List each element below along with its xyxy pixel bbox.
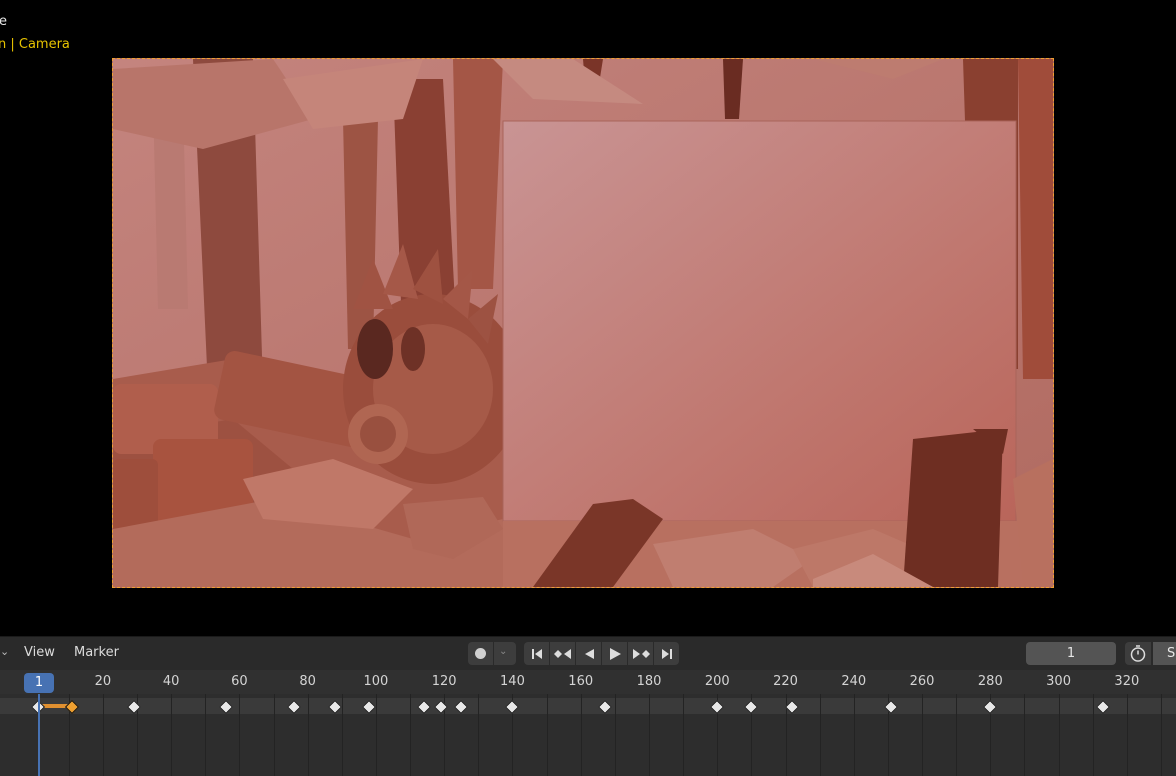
ruler-tick-label: 20: [94, 674, 112, 689]
grid-line: [614, 694, 616, 776]
current-frame-field[interactable]: 1: [1026, 642, 1116, 665]
grid-line: [956, 694, 958, 776]
start-frame-field[interactable]: S: [1153, 642, 1176, 665]
grid-line: [1126, 694, 1128, 776]
menu-marker[interactable]: Marker: [70, 645, 123, 660]
jump-to-end-icon: [661, 648, 672, 659]
viewport-camera-text: n | Camera: [0, 37, 70, 52]
ruler-tick-label: 240: [841, 674, 867, 689]
jump-to-end-button[interactable]: [654, 642, 679, 665]
ruler-tick-label: 320: [1114, 674, 1140, 689]
ruler-tick-label: 300: [1046, 674, 1071, 689]
ruler-tick-label: 60: [231, 674, 248, 689]
stopwatch-button[interactable]: [1125, 642, 1151, 665]
current-frame-indicator[interactable]: 1: [24, 673, 54, 693]
grid-line: [102, 694, 104, 776]
playhead[interactable]: [38, 694, 40, 776]
ruler-tick-label: 220: [773, 674, 798, 689]
play-icon: [609, 647, 621, 660]
grid-line: [819, 694, 821, 776]
grid-line: [648, 694, 650, 776]
jump-to-start-icon: [531, 648, 542, 659]
ruler-tick-label: 40: [162, 674, 180, 689]
grid-line: [171, 694, 173, 776]
record-dot-icon[interactable]: [475, 648, 486, 659]
grid-line: [683, 694, 685, 776]
grid-line: [478, 694, 480, 776]
menu-view[interactable]: View: [20, 645, 59, 660]
timeline-header: ⌄ View Marker ⌄ 1 S: [0, 636, 1176, 670]
grid-line: [239, 694, 241, 776]
previous-keyframe-button[interactable]: [550, 642, 576, 665]
grid-line: [410, 694, 412, 776]
previous-keyframe-icon: [553, 648, 571, 659]
ruler-tick-label: 140: [500, 674, 525, 689]
grid-line: [307, 694, 309, 776]
grid-line: [205, 694, 207, 776]
ruler-tick-label: 80: [299, 674, 316, 689]
play-button[interactable]: [602, 642, 628, 665]
next-keyframe-button[interactable]: [628, 642, 654, 665]
ruler-tick-label: 280: [977, 674, 1003, 689]
frame-ruler[interactable]: 1 20 40 60 80 100 120 140 160 180 200 220 240 260 280…: [0, 670, 1176, 694]
3d-viewport[interactable]: e n | Camera: [0, 0, 1176, 634]
viewport-mode-text: e: [0, 14, 7, 29]
editor-type-dropdown[interactable]: ⌄: [0, 645, 12, 662]
grid-line: [546, 694, 548, 776]
ruler-tick-label: 160: [568, 674, 594, 689]
ruler-tick-label: 180: [636, 674, 662, 689]
ruler-tick-label: 260: [909, 674, 935, 689]
camera-frame: [112, 58, 1054, 588]
grid-line: [922, 694, 924, 776]
grid-line: [1160, 694, 1162, 776]
next-keyframe-icon: [632, 648, 650, 659]
ruler-tick-label: 120: [431, 674, 457, 689]
grid-line: [580, 694, 582, 776]
grid-line: [273, 694, 275, 776]
grid-line: [1058, 694, 1060, 776]
separator: [493, 642, 494, 665]
keyframe-track[interactable]: [0, 694, 1176, 776]
grid-line: [1092, 694, 1094, 776]
play-reverse-icon: [584, 648, 594, 659]
stopwatch-icon: [1130, 645, 1146, 662]
playback-controls: [524, 642, 679, 665]
ruler-tick-label: 100: [363, 674, 389, 689]
auto-keying-group: ⌄: [468, 642, 516, 665]
grid-line: [1024, 694, 1026, 776]
ruler-tick-label: 200: [704, 674, 730, 689]
scene-render: [113, 59, 1053, 587]
jump-to-start-button[interactable]: [524, 642, 550, 665]
grid-line: [853, 694, 855, 776]
chevron-down-icon[interactable]: ⌄: [499, 646, 507, 657]
play-reverse-button[interactable]: [576, 642, 602, 665]
summary-row: [0, 698, 1176, 714]
